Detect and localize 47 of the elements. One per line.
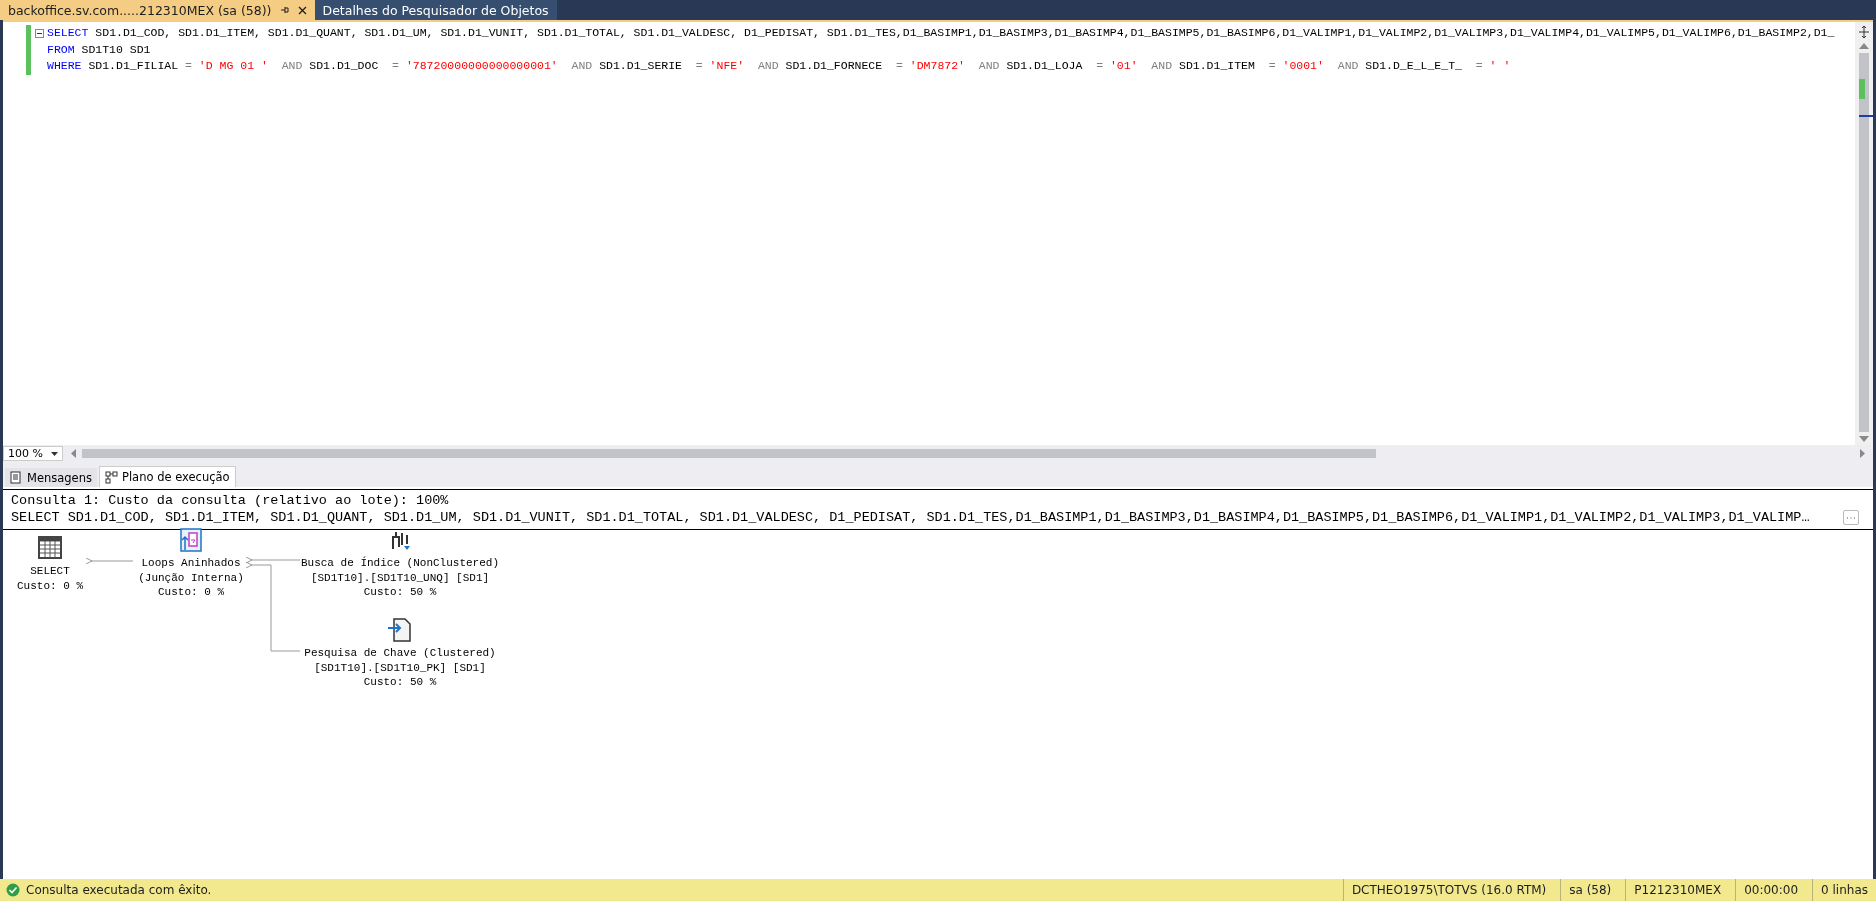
- plan-node-label: Busca de Índice (NonClustered): [300, 556, 499, 571]
- plan-node-label: (Junção Interna): [138, 570, 244, 585]
- document-arrow-icon[interactable]: [387, 618, 413, 642]
- caret-marker: [1859, 115, 1873, 117]
- zoom-dropdown[interactable]: 100 %: [3, 446, 63, 461]
- plan-node-label: SELECT: [30, 564, 70, 579]
- code-line: FROM SD1T10 SD1: [47, 41, 152, 58]
- plan-node-label: Custo: 50 %: [363, 585, 437, 600]
- status-cell: P1212310MEX: [1625, 879, 1730, 901]
- plan-node-label: Custo: 0 %: [17, 578, 83, 593]
- plan-node-label: [SD1T10].[SD1T10_PK] [SD1]: [314, 660, 486, 675]
- message-icon: [10, 471, 23, 484]
- code-line: WHERE SD1.D1_FILIAL = 'D MG 01 ' AND SD1.D1_DOC = '78720000000000000001' AND SD1.D1_SERIE = 'NFE' AND SD1.D1_FORNECE = 'DM7872' AND SD1.D1_LOJA = '01' AND SD1.D1_ITEM = '0001' AND SD1.D_E_L_E_T_ = ' ': [47, 58, 1512, 74]
- collapse-icon[interactable]: [35, 29, 44, 38]
- document-tab[interactable]: backoffice.sv.com.....212310MEX (sa (58)): [0, 0, 315, 20]
- change-marker: [1859, 79, 1865, 99]
- plan-node-label: Custo: 50 %: [363, 675, 437, 690]
- loop-icon[interactable]: [178, 528, 204, 552]
- split-icon[interactable]: [1858, 25, 1870, 39]
- status-message: Consulta executada com êxito.: [26, 883, 212, 897]
- scroll-left-icon[interactable]: [71, 449, 76, 458]
- results-tab[interactable]: Mensagens: [5, 468, 97, 487]
- close-icon[interactable]: [297, 5, 307, 15]
- dropdown-arrow-icon[interactable]: [51, 451, 58, 456]
- status-cell: 00:00:00: [1735, 879, 1807, 901]
- plan-node-label: Custo: 0 %: [158, 585, 224, 600]
- plan-node-label: Loops Aninhados: [141, 556, 241, 571]
- status-cell: DCTHEO1975\TOTVS (16.0 RTM): [1342, 879, 1555, 901]
- vertical-scrollbar[interactable]: [1855, 22, 1873, 445]
- table-icon[interactable]: [37, 536, 63, 560]
- connector-arrow: [85, 557, 134, 565]
- success-icon: [6, 883, 20, 897]
- pin-icon[interactable]: [279, 5, 290, 15]
- query-cost-header: Consulta 1: Custo da consulta (relativo ao lote): 100%: [11, 492, 450, 509]
- results-tab[interactable]: Plano de execução: [99, 466, 236, 487]
- plan-node-label: Pesquisa de Chave (Clustered): [304, 646, 496, 661]
- document-tab[interactable]: Detalhes do Pesquisador de Objetos: [314, 0, 557, 20]
- scroll-right-icon[interactable]: [1860, 449, 1865, 458]
- status-cell: 0 linhas: [1812, 879, 1876, 901]
- scroll-down-icon[interactable]: [1859, 436, 1869, 442]
- scroll-up-icon[interactable]: [1859, 43, 1869, 49]
- ellipsis-icon: [1847, 516, 1855, 519]
- code-line: SELECT SD1.D1_COD, SD1.D1_ITEM, SD1.D1_QUANT, SD1.D1_UM, SD1.D1_VUNIT, SD1.D1_TOTAL, SD1.D1_VALDESC, D1_PEDISAT, SD1.D1_TES,D1_BASIMP1,D1_BASIMP3,D1_BASIMP4,D1_BASIMP5,D1_BASIMP6,D1_VALIMP1,D1_VALIMP2,D1_VALIMP3,D1_VALIMP4,D1_VALIMP5,D1_VALIMP6,D1_BASIMP2,D1_: [47, 25, 1835, 41]
- status-cell: sa (58): [1560, 879, 1620, 901]
- plan-icon: [105, 470, 118, 484]
- query-statement: SELECT SD1.D1_COD, SD1.D1_ITEM, SD1.D1_QUANT, SD1.D1_UM, SD1.D1_VUNIT, SD1.D1_TOTAL, SD1.D1_VALDESC, D1_PEDISAT, SD1.D1_TES,D1_BASIMP1,D1_BASIMP3,D1_BASIMP4,D1_BASIMP5,D1_BASIMP6,D1_VALIMP1,D1_VALIMP2,D1_VALIMP3,D1_VALIMP…: [11, 509, 1810, 526]
- plan-node-label: [SD1T10].[SD1T10_UNQ] [SD1]: [310, 570, 490, 585]
